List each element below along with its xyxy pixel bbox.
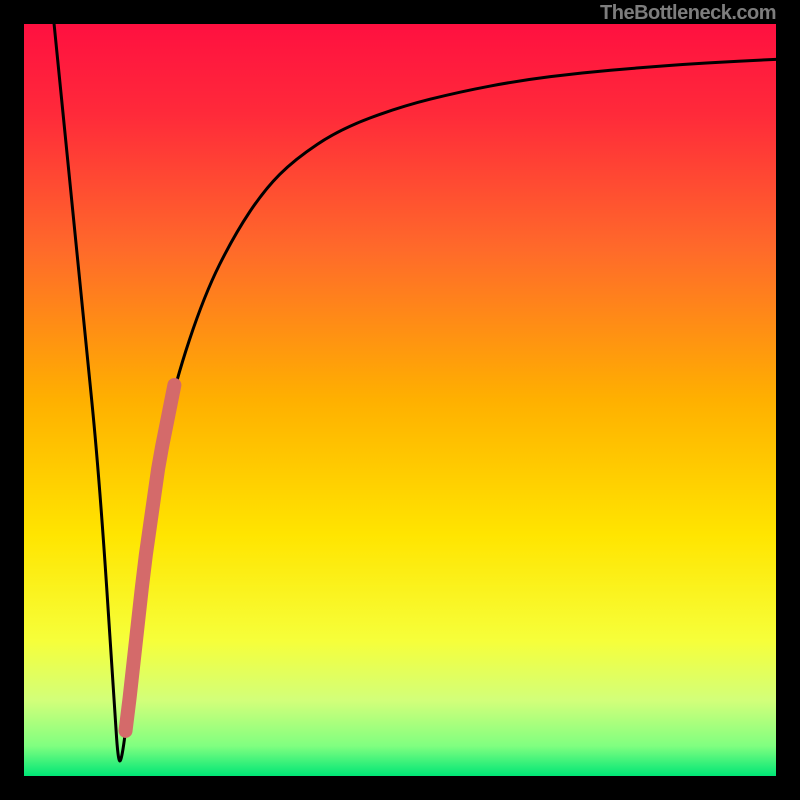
- curve-layer: [24, 24, 776, 776]
- chart-frame: TheBottleneck.com: [0, 0, 800, 800]
- watermark-label: TheBottleneck.com: [600, 2, 776, 25]
- bottleneck-curve: [54, 24, 776, 761]
- highlighted-range: [126, 385, 175, 731]
- plot-area: [24, 24, 776, 776]
